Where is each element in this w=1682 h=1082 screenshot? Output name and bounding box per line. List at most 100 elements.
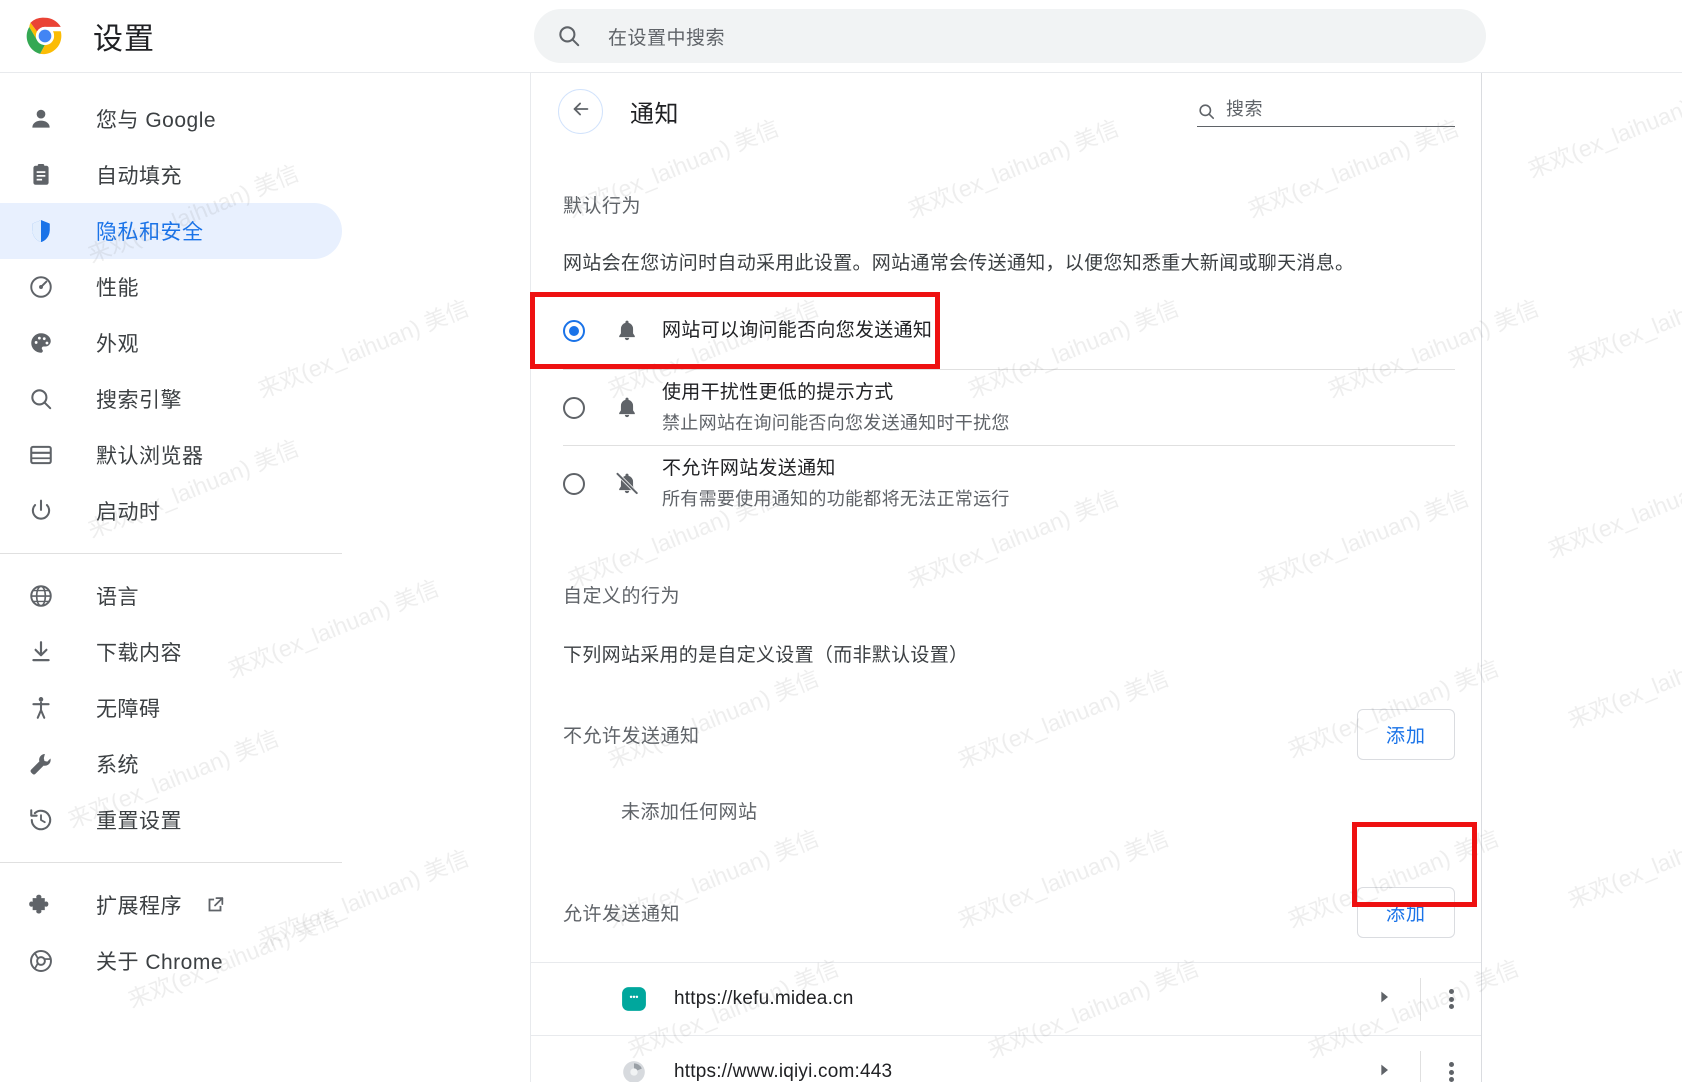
power-icon xyxy=(26,496,56,526)
search-icon xyxy=(1197,102,1216,121)
page-title: 通知 xyxy=(630,100,679,128)
sidebar-item-1-g2[interactable]: 关于 Chrome xyxy=(0,933,342,989)
notification-radio-option-0[interactable]: 网站可以询问能否向您发送通知 xyxy=(563,293,1455,369)
sidebar-divider xyxy=(0,553,342,554)
radio-option-text: 网站可以询问能否向您发送通知 xyxy=(662,317,932,345)
sidebar-item-0-g1[interactable]: 语言 xyxy=(0,568,342,624)
sidebar-item-label: 隐私和安全 xyxy=(96,221,204,244)
browser-icon xyxy=(26,440,56,470)
shield-icon xyxy=(26,216,56,246)
radio-button[interactable] xyxy=(563,320,585,342)
notification-radio-option-1[interactable]: 使用干扰性更低的提示方式禁止网站在询问能否向您发送通知时干扰您 xyxy=(563,369,1455,445)
sidebar-item-label: 默认浏览器 xyxy=(96,445,204,468)
sidebar-item-0-g2[interactable]: 扩展程序 xyxy=(0,877,342,933)
sidebar-item-6-g0[interactable]: 默认浏览器 xyxy=(0,427,342,483)
sidebar-item-2-g1[interactable]: 无障碍 xyxy=(0,680,342,736)
sidebar-item-1-g0[interactable]: 自动填充 xyxy=(0,147,342,203)
restore-icon xyxy=(26,805,56,835)
add-allowed-site-button[interactable]: 添加 xyxy=(1356,887,1455,938)
page-header: 通知 搜索 xyxy=(531,73,1481,149)
sidebar-item-label: 自动填充 xyxy=(96,165,182,188)
blocked-group-header: 不允许发送通知 添加 xyxy=(531,709,1481,760)
sidebar-item-0-g0[interactable]: 您与 Google xyxy=(0,91,342,147)
sidebar-item-label: 下载内容 xyxy=(96,642,182,665)
back-button[interactable] xyxy=(558,88,603,134)
allowed-site-row[interactable]: https://www.iqiyi.com:443 xyxy=(531,1035,1481,1082)
iqiyi-favicon xyxy=(621,1059,647,1082)
radio-option-text: 不允许网站发送通知 所有需要使用通知的功能都将无法正常运行 xyxy=(662,455,1010,512)
accessibility-icon xyxy=(26,693,56,723)
chevron-right-icon[interactable] xyxy=(1376,1062,1392,1082)
radio-option-secondary: 所有需要使用通知的功能都将无法正常运行 xyxy=(662,488,1010,509)
sidebar-item-label: 搜索引擎 xyxy=(96,389,182,412)
arrow-back-icon xyxy=(570,98,592,125)
bell-icon xyxy=(614,318,640,344)
sidebar-item-label: 性能 xyxy=(96,277,139,300)
bell-off-icon xyxy=(614,471,640,497)
sidebar-item-5-g0[interactable]: 搜索引擎 xyxy=(0,371,342,427)
app-title: 设置 xyxy=(93,23,155,56)
autofill-icon xyxy=(26,160,56,190)
watermark: 来欢(ex_laihuan) 美信 xyxy=(1564,805,1682,914)
search-input[interactable]: 在设置中搜索 xyxy=(534,9,1486,63)
puzzle-icon xyxy=(26,890,56,920)
sidebar-item-7-g0[interactable]: 启动时 xyxy=(0,483,342,539)
sidebar-item-2-g0[interactable]: 隐私和安全 xyxy=(0,203,342,259)
sidebar-divider xyxy=(0,862,342,863)
chrome-logo-icon xyxy=(26,17,64,55)
sidebar-item-4-g0[interactable]: 外观 xyxy=(0,315,342,371)
radio-option-secondary: 禁止网站在询问能否向您发送通知时干扰您 xyxy=(662,412,1010,433)
site-url: https://www.iqiyi.com:443 xyxy=(674,1061,893,1082)
search-icon xyxy=(556,23,582,49)
sidebar-item-label: 关于 Chrome xyxy=(96,951,224,974)
sidebar-item-label: 外观 xyxy=(96,333,139,356)
radio-option-primary: 网站可以询问能否向您发送通知 xyxy=(662,320,933,342)
more-vert-icon[interactable] xyxy=(1421,987,1481,1012)
sidebar-item-label: 扩展程序 xyxy=(96,895,182,918)
wrench-icon xyxy=(26,749,56,779)
sidebar-item-3-g0[interactable]: 性能 xyxy=(0,259,342,315)
site-url: https://kefu.midea.cn xyxy=(674,988,854,1009)
main-panel: 通知 搜索 默认行为 网站会在您访问时自动采用此设置。网站通常会传送通知，以便您… xyxy=(530,73,1482,1082)
palette-icon xyxy=(26,328,56,358)
radio-option-primary: 使用干扰性更低的提示方式 xyxy=(662,382,894,404)
blocked-group-title: 不允许发送通知 xyxy=(563,726,700,747)
watermark: 来欢(ex_laihuan) 美信 xyxy=(1524,75,1682,184)
about-chrome-icon xyxy=(26,946,56,976)
sidebar-item-label: 启动时 xyxy=(96,501,161,524)
blocked-empty-text: 未添加任何网站 xyxy=(621,802,758,823)
bell-icon xyxy=(614,395,640,421)
sidebar-item-label: 您与 Google xyxy=(96,109,217,132)
default-behavior-description: 网站会在您访问时自动采用此设置。网站通常会传送通知，以便您知悉重大新闻或聊天消息… xyxy=(563,253,1355,274)
more-vert-icon[interactable] xyxy=(1421,1060,1481,1082)
sidebar-item-label: 语言 xyxy=(96,586,139,609)
sidebar-item-1-g1[interactable]: 下载内容 xyxy=(0,624,342,680)
radio-button[interactable] xyxy=(563,396,585,419)
allowed-site-row[interactable]: https://kefu.midea.cn xyxy=(531,962,1481,1035)
page-search-input[interactable]: 搜索 xyxy=(1197,95,1455,127)
notification-radio-option-2[interactable]: 不允许网站发送通知 所有需要使用通知的功能都将无法正常运行 xyxy=(563,445,1455,521)
sidebar-item-label: 重置设置 xyxy=(96,810,182,833)
add-blocked-site-button[interactable]: 添加 xyxy=(1356,709,1455,760)
chevron-right-icon[interactable] xyxy=(1376,989,1392,1010)
allowed-group-header: 允许发送通知 添加 xyxy=(531,887,1481,938)
watermark: 来欢(ex_laihuan) 美信 xyxy=(1564,265,1682,374)
search-engine-icon xyxy=(26,384,56,414)
custom-behavior-title: 自定义的行为 xyxy=(563,586,681,607)
radio-button[interactable] xyxy=(563,472,585,495)
person-icon xyxy=(26,104,56,134)
performance-icon xyxy=(26,272,56,302)
sidebar: 您与 Google 自动填充隐私和安全性能外观搜索引擎默认浏览器启动时语言下载内容… xyxy=(0,73,530,1082)
globe-icon xyxy=(26,581,56,611)
blocked-empty-note: 未添加任何网站 xyxy=(531,797,1481,824)
sidebar-item-3-g1[interactable]: 系统 xyxy=(0,736,342,792)
sidebar-item-label: 系统 xyxy=(96,754,139,777)
sidebar-item-4-g1[interactable]: 重置设置 xyxy=(0,792,342,848)
custom-behavior-description: 下列网站采用的是自定义设置（而非默认设置） xyxy=(563,645,969,666)
download-icon xyxy=(26,637,56,667)
watermark: 来欢(ex_laihuan) 美信 xyxy=(1544,455,1682,564)
open-in-new-icon[interactable] xyxy=(204,894,226,916)
default-behavior-section: 默认行为 网站会在您访问时自动采用此设置。网站通常会传送通知，以便您知悉重大新闻… xyxy=(531,191,1481,521)
sidebar-item-label: 无障碍 xyxy=(96,698,161,721)
search-placeholder: 在设置中搜索 xyxy=(608,27,726,49)
